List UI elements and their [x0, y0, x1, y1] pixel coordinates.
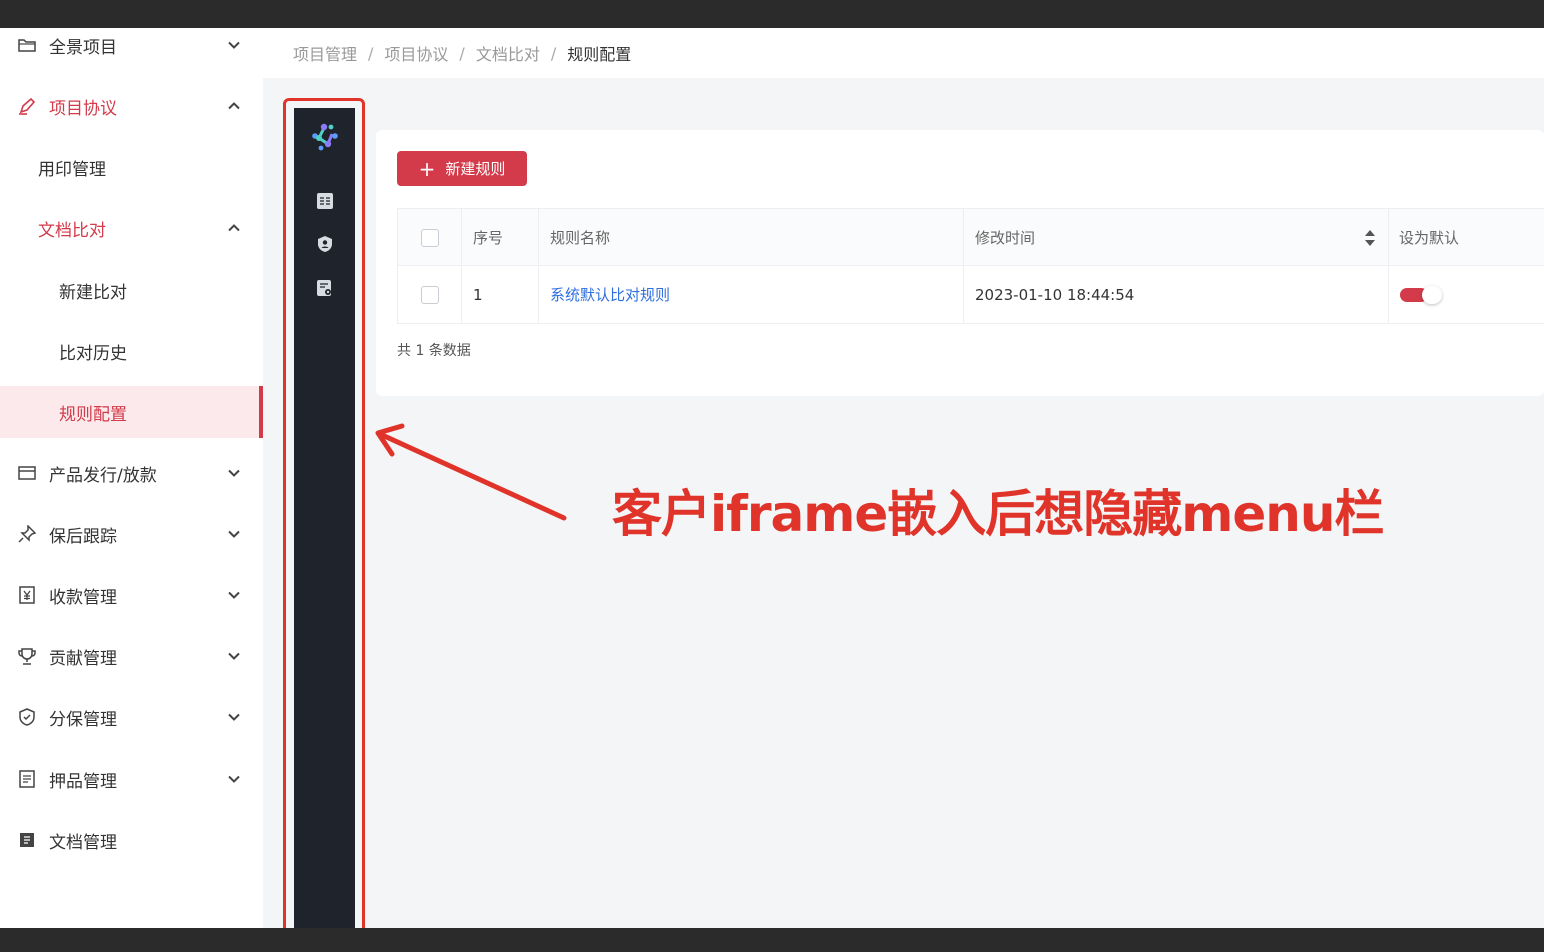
- chevron-down-icon: [228, 591, 240, 599]
- header-index: 序号: [462, 209, 539, 266]
- breadcrumb-current: 规则配置: [567, 45, 632, 64]
- table-header: 序号 规则名称 修改时间 设为默认: [398, 209, 1544, 266]
- sidebar-item-label: 贡献管理: [49, 648, 117, 669]
- sidebar-item-label: 押品管理: [49, 771, 117, 792]
- sidebar-item-label: 产品发行/放款: [49, 465, 157, 486]
- folder-icon: [18, 36, 36, 54]
- sidebar-item-post-loan-tracking[interactable]: 保后跟踪: [0, 508, 263, 560]
- row-default-cell: [1389, 266, 1544, 323]
- toggle-knob: [1422, 285, 1442, 304]
- document-icon: [18, 831, 36, 849]
- breadcrumb-separator: /: [459, 43, 465, 63]
- chevron-down-icon: [228, 530, 240, 538]
- sidebar-item-compare-history[interactable]: 比对历史: [0, 325, 263, 377]
- card-icon: [18, 464, 36, 482]
- yen-icon: [18, 586, 36, 604]
- chevron-up-icon: [228, 102, 240, 110]
- row-checkbox[interactable]: [421, 285, 439, 304]
- chevron-up-icon: [228, 224, 240, 232]
- breadcrumb-separator: /: [368, 43, 374, 63]
- sidebar-item-contribution[interactable]: 贡献管理: [0, 630, 263, 682]
- sidebar-item-panorama-projects[interactable]: 全景项目: [0, 28, 263, 71]
- header-set-default: 设为默认: [1399, 229, 1460, 247]
- new-rule-button[interactable]: + 新建规则: [397, 151, 527, 186]
- sidebar-item-seal-management[interactable]: 用印管理: [0, 141, 263, 193]
- plus-icon: +: [418, 156, 436, 181]
- sidebar: 全景项目 项目协议 用印管理 文档比对 新建比对 比对历史 规则配置 产品发行/…: [0, 28, 263, 928]
- chevron-down-icon: [228, 652, 240, 660]
- sidebar-item-reinsurance[interactable]: 分保管理: [0, 691, 263, 743]
- sidebar-item-label: 文档比对: [38, 220, 106, 241]
- trophy-icon: [18, 647, 36, 665]
- sidebar-item-label: 文档管理: [49, 832, 117, 853]
- total-count: 共 1 条数据: [397, 343, 471, 359]
- sidebar-item-payment-collection[interactable]: 收款管理: [0, 569, 263, 621]
- breadcrumb-item[interactable]: 项目管理: [293, 41, 357, 65]
- sidebar-item-label: 规则配置: [59, 404, 127, 425]
- rule-name-link[interactable]: 系统默认比对规则: [539, 266, 964, 323]
- breadcrumb-item[interactable]: 项目协议: [384, 41, 448, 65]
- sidebar-item-document-management[interactable]: 文档管理: [0, 814, 263, 866]
- highlight-box: [283, 98, 365, 928]
- header-rule-name: 规则名称: [539, 209, 964, 266]
- chevron-down-icon: [228, 713, 240, 721]
- sidebar-item-label: 收款管理: [49, 587, 117, 608]
- sidebar-item-label: 比对历史: [59, 343, 127, 364]
- sidebar-item-label: 全景项目: [49, 37, 117, 58]
- breadcrumb-item[interactable]: 文档比对: [476, 41, 540, 65]
- header-modified-time[interactable]: 修改时间: [964, 209, 1389, 266]
- breadcrumb: 项目管理 / 项目协议 / 文档比对 / 规则配置: [263, 28, 1544, 78]
- sidebar-item-rule-config[interactable]: 规则配置: [0, 386, 263, 438]
- new-rule-label: 新建规则: [445, 160, 506, 178]
- header-select-cell: [398, 209, 462, 266]
- sidebar-item-label: 分保管理: [49, 709, 117, 730]
- sidebar-item-label: 保后跟踪: [49, 526, 117, 547]
- row-modified-time: 2023-01-10 18:44:54: [964, 266, 1389, 323]
- select-all-checkbox[interactable]: [421, 228, 439, 247]
- sidebar-item-label: 新建比对: [59, 282, 127, 303]
- pen-icon: [18, 97, 36, 115]
- app-window: 全景项目 项目协议 用印管理 文档比对 新建比对 比对历史 规则配置 产品发行/…: [0, 28, 1544, 928]
- sidebar-item-document-compare[interactable]: 文档比对: [0, 202, 263, 254]
- header-modified-label: 修改时间: [975, 229, 1036, 247]
- annotation-text: 客户iframe嵌入后想隐藏menu栏: [612, 485, 1385, 543]
- default-toggle[interactable]: [1400, 285, 1444, 304]
- shield-check-icon: [18, 708, 36, 726]
- rules-table: 序号 规则名称 修改时间 设为默认 1 系统默认比对规则 2023-01-10 …: [397, 208, 1544, 324]
- sidebar-item-collateral[interactable]: 押品管理: [0, 753, 263, 805]
- annotation-arrow-icon: [375, 423, 567, 521]
- chevron-down-icon: [228, 469, 240, 477]
- breadcrumb-separator: /: [550, 43, 557, 63]
- chevron-down-icon: [228, 775, 240, 783]
- sidebar-item-new-compare[interactable]: 新建比对: [0, 264, 263, 316]
- table-row: 1 系统默认比对规则 2023-01-10 18:44:54: [398, 266, 1544, 323]
- sort-icon[interactable]: [1364, 229, 1376, 247]
- sidebar-item-label: 用印管理: [38, 159, 106, 180]
- sidebar-item-project-agreement[interactable]: 项目协议: [0, 80, 263, 132]
- pin-icon: [18, 525, 36, 543]
- row-index: 1: [462, 266, 539, 323]
- window-top-bar: [0, 0, 1544, 28]
- sidebar-item-label: 项目协议: [49, 98, 117, 119]
- chevron-down-icon: [228, 41, 240, 49]
- window-bottom-bar: [0, 928, 1544, 952]
- row-select-cell: [398, 266, 462, 323]
- list-doc-icon: [18, 770, 36, 788]
- sidebar-item-product-issuance[interactable]: 产品发行/放款: [0, 447, 263, 499]
